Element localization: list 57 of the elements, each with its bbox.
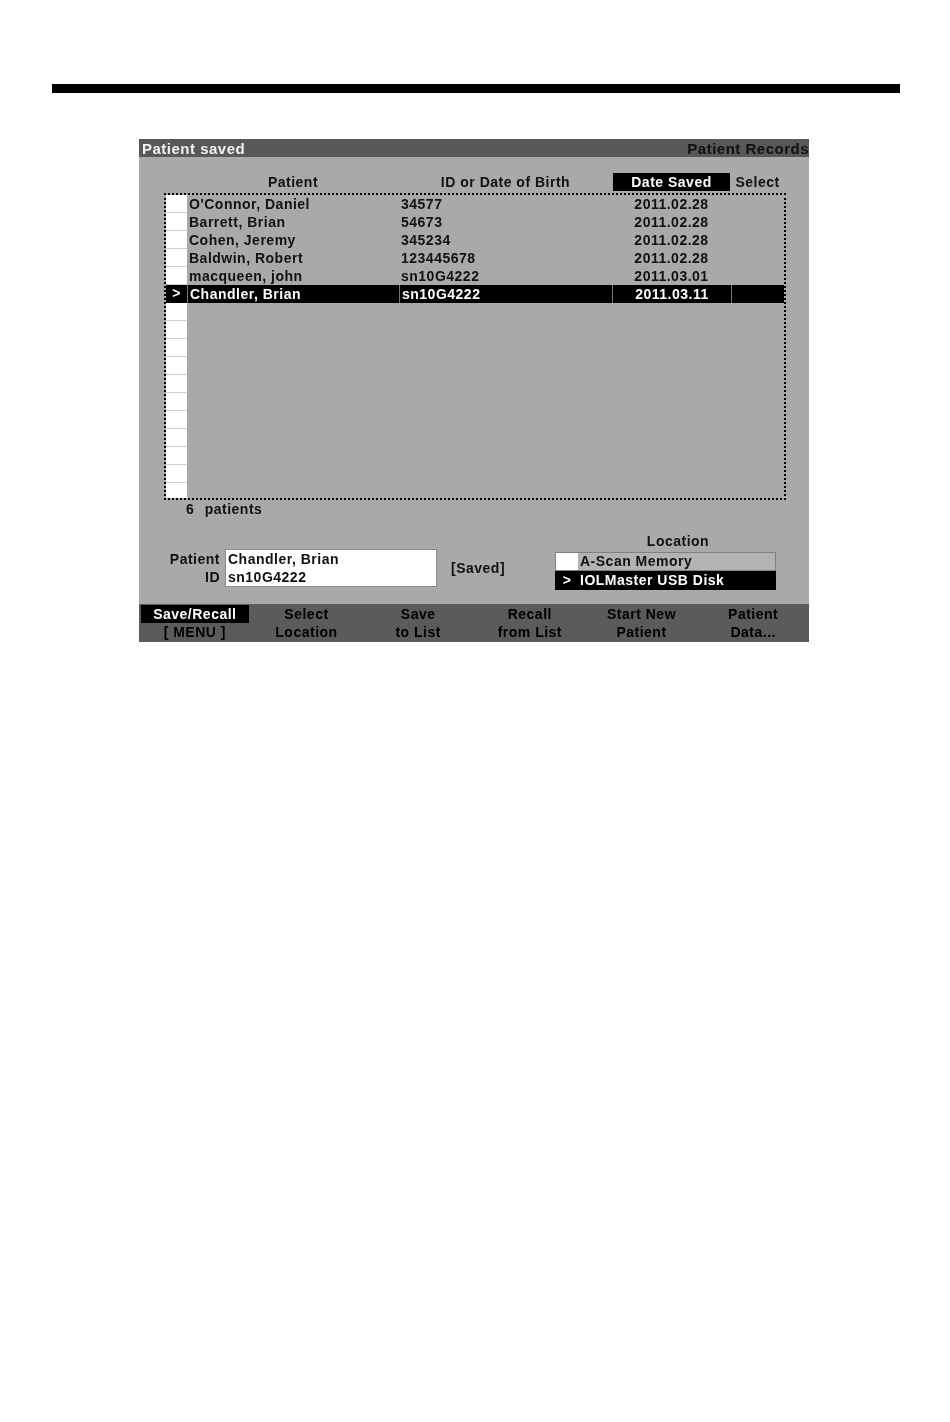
location-item[interactable]: A-Scan Memory: [555, 552, 776, 571]
field-label: ID: [205, 568, 220, 586]
column-header[interactable]: ID or Date of Birth: [440, 173, 571, 191]
softkey-button[interactable]: Save/Recall [ MENU ]: [139, 605, 251, 642]
table-cell: 2011.02.28: [634, 214, 709, 229]
table-cell: 2011.03.11: [635, 286, 709, 301]
row-marker-cell: [166, 339, 187, 357]
table-cell: 34577: [401, 196, 443, 211]
row-marker-cell: [166, 375, 187, 393]
table-cell: 2011.02.28: [634, 232, 709, 247]
column-header[interactable]: Date Saved: [613, 173, 730, 191]
field-label: Patient: [169, 550, 220, 568]
row-marker-cell: [166, 483, 187, 498]
row-marker-cell: [166, 393, 187, 411]
column-header[interactable]: Patient: [267, 173, 319, 191]
table-cell: macqueen, john: [189, 268, 303, 283]
patient-name-field[interactable]: Chandler, Brian: [226, 550, 436, 568]
patient-row[interactable]: Barrett, Brian 54673 2011.02.28: [166, 213, 784, 231]
row-marker-cell: [166, 249, 187, 267]
row-marker-cell: [166, 321, 187, 339]
table-cell: 54673: [401, 214, 443, 229]
table-cell: 345234: [401, 232, 451, 247]
table-cell: Baldwin, Robert: [189, 250, 304, 265]
table-cell: 2011.03.01: [634, 268, 709, 283]
row-marker-cell: [166, 267, 187, 285]
table-cell: 2011.02.28: [634, 250, 709, 265]
row-marker-cell: [166, 447, 187, 465]
table-cell: Barrett, Brian: [189, 214, 286, 229]
location-item[interactable]: > IOLMaster USB Disk: [555, 571, 776, 590]
table-cell: 123445678: [401, 250, 476, 265]
patient-row[interactable]: > Chandler, Brian sn10G4222 2011.03.11: [166, 285, 784, 303]
row-marker-cell: [166, 411, 187, 429]
row-marker-cell: [166, 303, 187, 321]
column-header[interactable]: Select: [735, 173, 780, 191]
patient-row[interactable]: macqueen, john sn10G4222 2011.03.01: [166, 267, 784, 285]
table-cell: sn10G4222: [401, 268, 480, 283]
table-cell: O'Connor, Daniel: [189, 196, 310, 211]
table-cell: Chandler, Brian: [190, 286, 301, 301]
section-title: Patient Records: [687, 140, 809, 156]
patient-row[interactable]: Baldwin, Robert 123445678 2011.02.28: [166, 249, 784, 267]
save-status: [Saved]: [451, 559, 506, 577]
patient-row[interactable]: O'Connor, Daniel 34577 2011.02.28: [166, 195, 784, 213]
row-marker-cell: [166, 195, 187, 213]
row-marker-cell: [166, 429, 187, 447]
window-title: Patient saved: [142, 140, 246, 156]
row-marker-cell: [166, 465, 187, 483]
row-marker-cell: [166, 231, 187, 249]
table-cell: 2011.02.28: [634, 196, 709, 211]
patient-row[interactable]: Cohen, Jeremy 345234 2011.02.28: [166, 231, 784, 249]
patient-count: 6 patients: [186, 502, 263, 516]
table-cell: Cohen, Jeremy: [189, 232, 296, 247]
patient-id-field[interactable]: sn10G4222: [226, 568, 436, 586]
row-marker-cell: [556, 553, 578, 570]
row-marker-cell: [166, 357, 187, 375]
table-cell: sn10G4222: [402, 286, 481, 301]
location-heading: Location: [646, 534, 710, 550]
row-marker-cell: [166, 213, 187, 231]
